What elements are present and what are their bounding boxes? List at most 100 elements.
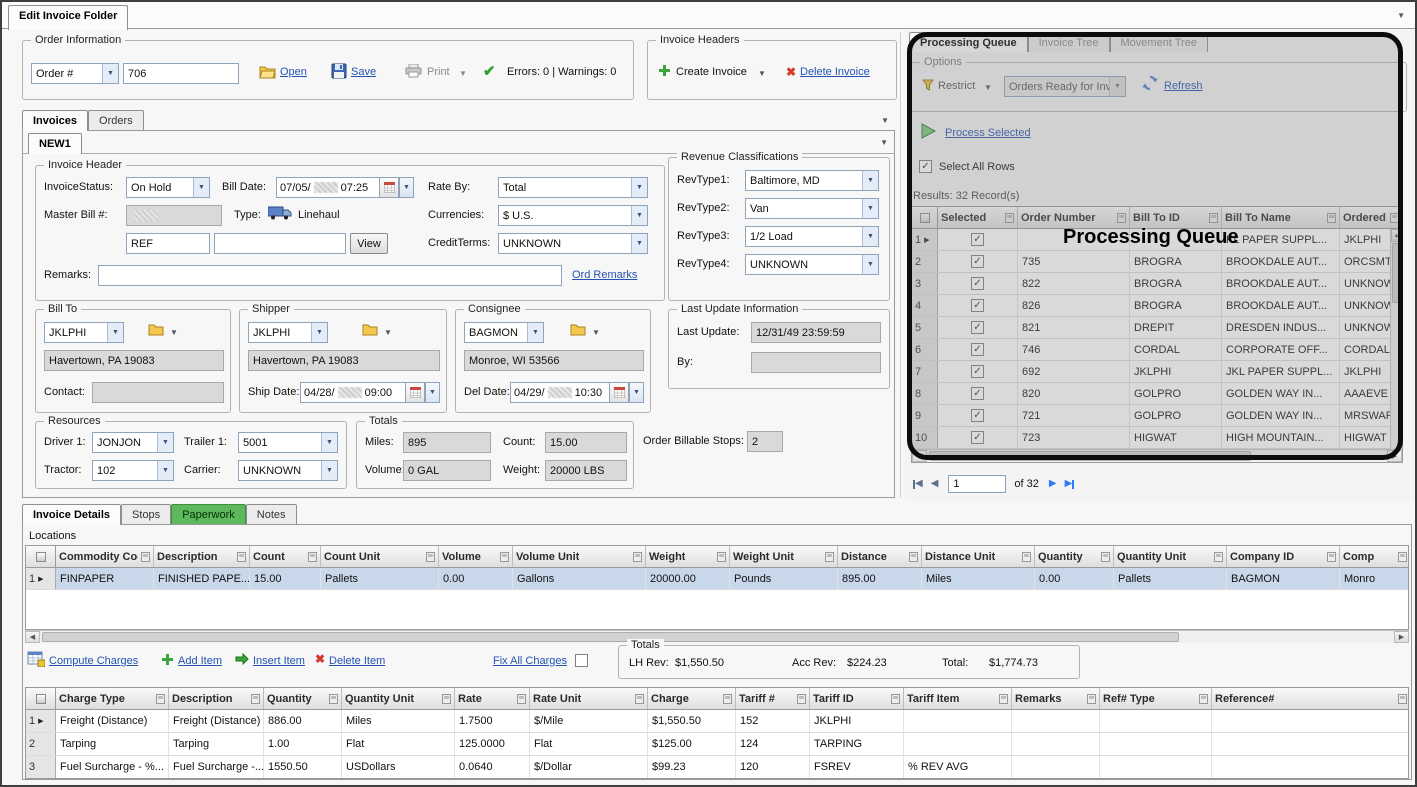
quantity-cell[interactable]: 0.00 [1035,568,1114,589]
column-filter-icon[interactable] [909,552,918,562]
bill-to-name-cell[interactable]: CORPORATE OFF... [1222,339,1340,360]
column-header[interactable]: Charge Type [56,688,169,709]
charge-cell[interactable]: $125.00 [648,733,736,755]
column-filter-icon[interactable] [1005,213,1014,223]
column-filter-icon[interactable] [1199,694,1208,704]
company-menu-icon[interactable]: ▼ [592,328,600,337]
bill-to-id-cell[interactable]: JKLPHI [1130,361,1222,382]
column-header[interactable]: Tariff ID [810,688,904,709]
carrier-select[interactable]: UNKNOWN▼ [238,460,338,481]
column-filter-icon[interactable] [1101,552,1110,562]
invoice-status-select[interactable]: On Hold▼ [126,177,210,198]
tariff-item-cell[interactable]: % REV AVG [904,756,1012,778]
selected-cell[interactable] [938,251,1018,272]
rate-cell[interactable]: 1.7500 [455,710,530,732]
open-link[interactable]: Open [280,66,307,78]
bill-to-name-cell[interactable]: GOLDEN WAY IN... [1222,383,1340,404]
order-number-cell[interactable]: 826 [1018,295,1130,316]
delete-item-link[interactable]: Delete Item [329,655,385,667]
consignee-select[interactable]: BAGMON▼ [464,322,544,343]
scroll-thumb[interactable] [42,632,1179,642]
column-header[interactable]: Bill To ID [1130,207,1222,228]
column-filter-icon[interactable] [1398,694,1407,704]
tariff-item-cell[interactable] [904,710,1012,732]
charge-row[interactable]: 3 Fuel Surcharge - %... Fuel Surcharge -… [26,756,1408,779]
column-filter-icon[interactable] [442,694,451,704]
column-filter-icon[interactable] [1022,552,1031,562]
ref-value-input[interactable] [214,233,346,254]
column-header[interactable]: Count [250,546,321,567]
column-header[interactable]: Rate Unit [530,688,648,709]
column-header[interactable]: Description [169,688,264,709]
grid-corner[interactable] [26,546,56,567]
column-filter-icon[interactable] [825,552,834,562]
queue-row[interactable]: 10 723 HIGWAT HIGH MOUNTAIN... HIGWAT [912,427,1402,449]
distance-unit-cell[interactable]: Miles [922,568,1035,589]
print-button[interactable]: Print [427,66,450,78]
order-number-cell[interactable]: 821 [1018,317,1130,338]
bill-to-id-cell[interactable]: BROGRA [1130,251,1222,272]
column-header[interactable]: Company ID [1227,546,1340,567]
queue-row[interactable]: 9 721 GOLPRO GOLDEN WAY IN... MRSWAR [912,405,1402,427]
column-header[interactable]: Commodity Code [56,546,154,567]
page-number-input[interactable]: 1 [948,475,1006,493]
selected-cell[interactable] [938,317,1018,338]
restrict-button[interactable]: Restrict [938,80,975,92]
column-filter-icon[interactable] [1398,552,1407,562]
rate-unit-cell[interactable]: Flat [530,733,648,755]
column-header[interactable]: Comp [1340,546,1408,567]
quantity-unit-cell[interactable]: Pallets [1114,568,1227,589]
order-number-cell[interactable]: 746 [1018,339,1130,360]
column-header[interactable]: Rate [455,688,530,709]
order-number-cell[interactable]: 721 [1018,405,1130,426]
tab-paperwork[interactable]: Paperwork [171,504,246,525]
weight-cell[interactable]: 20000.00 [646,568,730,589]
column-header[interactable]: Count Unit [321,546,439,567]
bill-to-id-cell[interactable]: DREPIT [1130,317,1222,338]
queue-row[interactable]: 5 821 DREPIT DRESDEN INDUS... UNKNOW [912,317,1402,339]
bill-to-id-cell[interactable]: BROGRA [1130,295,1222,316]
queue-hscrollbar[interactable]: ◀ ▶ [912,449,1402,462]
checkbox-checked-icon[interactable] [971,277,984,290]
column-filter-icon[interactable] [635,694,644,704]
checkbox-checked-icon[interactable] [971,321,984,334]
tab-invoice-tree[interactable]: Invoice Tree [1028,32,1110,52]
quantity-unit-cell[interactable]: Miles [342,710,455,732]
column-header[interactable]: Quantity [1035,546,1114,567]
column-filter-icon[interactable] [517,694,526,704]
tab-invoice-details[interactable]: Invoice Details [22,504,121,525]
quantity-unit-cell[interactable]: USDollars [342,756,455,778]
queue-row[interactable]: 6 746 CORDAL CORPORATE OFF... CORDAL [912,339,1402,361]
bill-to-name-cell[interactable]: JKL PAPER SUPPL... [1222,361,1340,382]
folder-open-icon[interactable] [259,64,277,82]
charge-cell[interactable]: $99.23 [648,756,736,778]
column-filter-icon[interactable] [156,694,165,704]
collapse-invoices-icon[interactable]: ▼ [881,116,889,125]
column-header[interactable]: Charge [648,688,736,709]
currencies-select[interactable]: $ U.S.▼ [498,205,648,226]
company-id-cell[interactable]: BAGMON [1227,568,1340,589]
row-header[interactable]: 1 [26,568,56,589]
remarks-cell[interactable] [1012,733,1100,755]
ord-remarks-link[interactable]: Ord Remarks [572,269,637,281]
checkbox-checked-icon[interactable] [971,233,984,246]
quantity-unit-cell[interactable]: Flat [342,733,455,755]
folder-icon[interactable] [570,323,586,339]
reference-cell[interactable] [1212,756,1409,778]
count-unit-cell[interactable]: Pallets [321,568,439,589]
calendar-icon[interactable] [380,177,399,198]
rate-unit-cell[interactable]: $/Dollar [530,756,648,778]
del-date-field[interactable]: 04/29/10:30 ▼ [510,382,644,403]
column-filter-icon[interactable] [1117,213,1126,223]
fix-all-charges-link[interactable]: Fix All Charges [493,655,567,667]
row-header[interactable]: 1 [912,229,938,250]
column-filter-icon[interactable] [1214,552,1223,562]
description-cell[interactable]: Tarping [169,733,264,755]
checkbox-checked-icon[interactable] [971,409,984,422]
last-page-button[interactable]: ▶ [1065,479,1075,489]
row-header[interactable]: 5 [912,317,938,338]
bill-to-name-cell[interactable]: BROOKDALE AUT... [1222,295,1340,316]
compute-charges-icon[interactable] [27,651,45,670]
column-filter-icon[interactable] [723,694,732,704]
scroll-left-icon[interactable]: ◀ [25,631,40,643]
